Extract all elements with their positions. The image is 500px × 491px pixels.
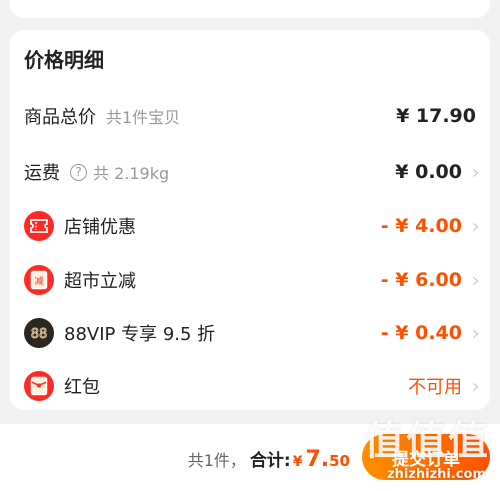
svg-text:88: 88: [31, 327, 48, 341]
vip-88-icon: 88: [24, 318, 54, 348]
supermarket-discount-label: 超市立减: [64, 271, 136, 292]
item-count-text: 共1件，: [187, 451, 246, 470]
svg-text:减: 减: [34, 275, 43, 287]
previous-card-edge: [10, 0, 490, 18]
row-shop-discount[interactable]: 店铺优惠 - ¥ 4.00 ›: [10, 204, 490, 248]
total-label: 合计:: [249, 451, 291, 471]
red-packet-status: 不可用: [408, 377, 462, 398]
total-amount-decimal: 50: [329, 452, 350, 470]
submit-order-button[interactable]: 提交订单: [362, 434, 490, 480]
chevron-right-icon: ›: [472, 214, 480, 238]
shop-discount-label: 店铺优惠: [64, 217, 136, 238]
goods-total-amount: ¥ 17.90: [396, 105, 476, 127]
checkout-page: 价格明细 商品总价 共1件宝贝 ¥ 17.90 运费 ? 共 2.19kg ¥ …: [0, 0, 500, 491]
supermarket-discount-icon: 减: [24, 265, 54, 295]
row-supermarket-discount[interactable]: 减 超市立减 - ¥ 6.00 ›: [10, 258, 490, 302]
price-detail-title: 价格明细: [24, 48, 104, 72]
shipping-label: 运费: [24, 163, 60, 184]
row-red-packet[interactable]: 红包 不可用 ›: [10, 364, 490, 408]
price-detail-card: 价格明细 商品总价 共1件宝贝 ¥ 17.90 运费 ? 共 2.19kg ¥ …: [10, 30, 490, 410]
shop-coupon-icon: [24, 211, 54, 241]
help-circle-icon[interactable]: ?: [70, 163, 87, 181]
chevron-right-icon: ›: [472, 321, 480, 345]
goods-total-label: 商品总价: [24, 107, 96, 128]
shop-discount-amount: - ¥ 4.00: [380, 215, 462, 237]
vip-discount-amount: - ¥ 0.40: [380, 322, 462, 344]
row-vip-discount[interactable]: 88 88VIP 专享 9.5 折 - ¥ 0.40 ›: [10, 311, 490, 355]
goods-count-text: 共1件宝贝: [106, 108, 181, 127]
total-currency: ¥: [292, 454, 303, 470]
row-shipping[interactable]: 运费 ? 共 2.19kg ¥ 0.00 ›: [10, 150, 490, 194]
shipping-amount: ¥ 0.00: [395, 161, 462, 183]
order-total: 共1件， 合计: ¥ 7. 50: [188, 446, 350, 472]
shipping-weight-text: 共 2.19kg: [93, 164, 170, 183]
red-packet-icon: [24, 371, 54, 401]
chevron-right-icon: ›: [472, 374, 480, 398]
row-goods-total: 商品总价 共1件宝贝 ¥ 17.90: [10, 94, 490, 138]
checkout-bottom-bar: 共1件， 合计: ¥ 7. 50 提交订单: [0, 424, 500, 491]
vip-discount-label: 88VIP 专享 9.5 折: [64, 324, 216, 345]
supermarket-discount-amount: - ¥ 6.00: [380, 269, 462, 291]
total-amount-integer: 7.: [305, 447, 330, 472]
chevron-right-icon: ›: [472, 160, 480, 184]
chevron-right-icon: ›: [472, 268, 480, 292]
red-packet-label: 红包: [64, 377, 100, 398]
